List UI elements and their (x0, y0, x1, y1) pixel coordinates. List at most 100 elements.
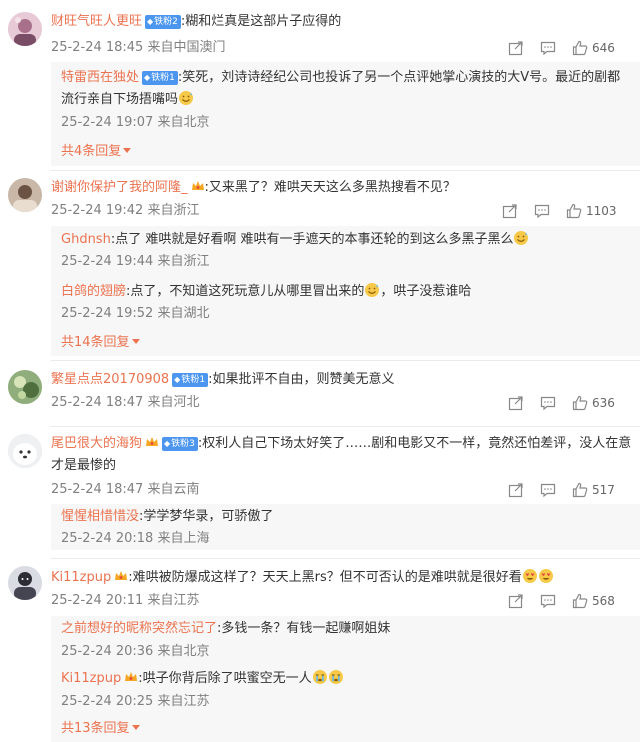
reply-body: 白鸽的翅膀:点了，不知道这死玩意儿从哪里冒出来的 ，哄子没惹谁哈 (61, 281, 632, 303)
share-button[interactable] (508, 480, 524, 500)
reply-box: 惺惺相惜惜没:学学梦华录，可骄傲了 25-2-24 20:18 来自上海 (51, 504, 640, 550)
like-button[interactable]: 517 (572, 480, 615, 500)
reply-meta: 25-2-24 20:25 来自江苏 (61, 694, 210, 709)
like-button[interactable]: 646 (572, 38, 615, 58)
thumbs-up-icon (572, 593, 588, 609)
fan-badge-label: 铁粉3 (171, 439, 195, 449)
share-icon (508, 396, 523, 411)
comment-meta: 25-2-24 18:47 来自云南 (51, 482, 200, 497)
heart-eyes-emoji-icon (522, 569, 537, 583)
thumbs-up-icon (572, 395, 588, 411)
reply-body: Ghdnsh:点了 难哄就是好看啊 难哄有一手遮天的本事还轮的到这么多黑子黑么 (61, 229, 632, 251)
comment-button[interactable] (540, 591, 556, 611)
username-link[interactable]: Ki11zpup (61, 671, 121, 686)
reply-box: 特雷西在独处 ◆铁粉1:笑死，刘诗诗经纪公司也投诉了另一个点评她掌心演技的大V号。… (51, 62, 640, 166)
username-link[interactable]: 谢谢你保护了我的阿隆_ (51, 180, 188, 195)
reply-text: :学学梦华录，可骄傲了 (139, 509, 274, 524)
more-replies-link[interactable]: 共4条回复 (61, 142, 132, 162)
comment-icon (540, 594, 556, 609)
avatar[interactable] (8, 566, 42, 600)
avatar[interactable] (8, 12, 42, 46)
like-count: 646 (592, 41, 615, 55)
thumbs-up-icon (566, 203, 582, 219)
comment-button[interactable] (534, 201, 550, 221)
sweat-smile-emoji-icon (365, 283, 380, 297)
crying-emoji-icon (328, 670, 343, 684)
comment-body: 尾巴很大的海狗 ◆铁粉3:权利人自己下场太好笑了……剧和电影又不一样，竟然还怕差评… (51, 433, 632, 477)
more-replies-label: 共14条回复 (61, 335, 130, 350)
comment-item: 谢谢你保护了我的阿隆_:又来黑了？难哄天天这么多黑热搜看不见？ 25-2-24 … (0, 170, 640, 358)
username-link[interactable]: 繁星点点20170908 (51, 372, 169, 387)
reply-meta: 25-2-24 19:07 来自北京 (61, 115, 210, 130)
divider (51, 558, 640, 559)
share-icon (508, 594, 523, 609)
username-link[interactable]: 惺惺相惜惜没 (61, 509, 139, 524)
share-icon (508, 483, 523, 498)
username-link[interactable]: 尾巴很大的海狗 (51, 436, 142, 451)
diamond-icon: ◆ (174, 375, 181, 384)
username-link[interactable]: Ki11zpup (51, 570, 111, 585)
crown-icon (115, 571, 128, 580)
reply-text: :点了，不知道这死玩意儿从哪里冒出来的 (126, 284, 365, 299)
avatar[interactable] (8, 434, 42, 468)
like-button[interactable]: 636 (572, 393, 615, 413)
comment-body: 谢谢你保护了我的阿隆_ :又来黑了？难哄天天这么多黑热搜看不见？ (51, 177, 632, 199)
avatar[interactable] (8, 178, 42, 212)
divider (51, 426, 640, 427)
comment-button[interactable] (540, 38, 556, 58)
like-count: 568 (592, 594, 615, 608)
fan-badge-label: 铁粉2 (154, 17, 178, 27)
comment-meta: 25-2-24 20:11 来自江苏 (51, 593, 200, 608)
comment-meta: 25-2-24 18:45 来自中国澳门 (51, 40, 226, 55)
fan-badge-label: 铁粉1 (151, 73, 175, 83)
diamond-icon: ◆ (144, 73, 151, 82)
crying-emoji-icon (312, 670, 327, 684)
share-button[interactable] (502, 201, 518, 221)
comment-body: 财旺气旺人更旺 ◆铁粉2:糊和烂真是这部片子应得的 (51, 11, 632, 33)
chevron-down-icon (123, 148, 132, 153)
like-button[interactable]: 1103 (566, 201, 617, 221)
comment-text: :糊和烂真是这部片子应得的 (180, 14, 342, 29)
divider (51, 360, 640, 361)
share-icon (502, 204, 517, 219)
username-link[interactable]: 之前想好的昵称突然忘记了 (61, 621, 217, 636)
like-count: 517 (592, 483, 615, 497)
thumbs-up-icon (572, 482, 588, 498)
share-button[interactable] (508, 591, 524, 611)
comment-button[interactable] (540, 393, 556, 413)
comment-item: 繁星点点20170908 ◆铁粉1:如果批评不自由，则赞美无意义 25-2-24 … (0, 360, 640, 426)
comment-icon (540, 396, 556, 411)
sweat-smile-emoji-icon (514, 231, 529, 245)
reply-body: 特雷西在独处 ◆铁粉1:笑死，刘诗诗经纪公司也投诉了另一个点评她掌心演技的大V号。… (61, 67, 632, 111)
reply-meta: 25-2-24 20:36 来自北京 (61, 644, 210, 659)
username-link[interactable]: 特雷西在独处 (61, 70, 139, 85)
like-count: 1103 (586, 204, 617, 218)
comment-text: :又来黑了？难哄天天这么多黑热搜看不见？ (204, 180, 456, 195)
username-link[interactable]: 财旺气旺人更旺 (51, 14, 142, 29)
reply-body: 之前想好的昵称突然忘记了:多钱一条？有钱一起赚啊姐妹 (61, 618, 632, 640)
fan-badge: ◆铁粉3 (162, 437, 198, 451)
share-button[interactable] (508, 38, 524, 58)
like-button[interactable]: 568 (572, 591, 615, 611)
fan-badge: ◆铁粉1 (142, 71, 178, 85)
reply-box: 之前想好的昵称突然忘记了:多钱一条？有钱一起赚啊姐妹 25-2-24 20:36… (51, 616, 640, 742)
comment-button[interactable] (540, 480, 556, 500)
comment-actions: 517 (500, 480, 640, 500)
avatar[interactable] (8, 370, 42, 404)
comment-item: 财旺气旺人更旺 ◆铁粉2:糊和烂真是这部片子应得的 25-2-24 18:45 来… (0, 0, 640, 170)
comment-item: 尾巴很大的海狗 ◆铁粉3:权利人自己下场太好笑了……剧和电影又不一样，竟然还怕差评… (0, 426, 640, 552)
fan-badge: ◆铁粉1 (172, 373, 209, 387)
comment-actions: 1103 (500, 201, 640, 221)
comment-actions: 568 (500, 591, 640, 611)
share-button[interactable] (508, 393, 524, 413)
diamond-icon: ◆ (164, 439, 171, 448)
crown-icon (146, 437, 159, 446)
reply-text: :点了 难哄就是好看啊 难哄有一手遮天的本事还轮的到这么多黑子黑么 (110, 232, 514, 247)
username-link[interactable]: 白鸽的翅膀 (61, 284, 126, 299)
more-replies-link[interactable]: 共13条回复 (61, 719, 140, 739)
crown-icon (191, 181, 204, 190)
more-replies-label: 共13条回复 (61, 721, 130, 736)
username-link[interactable]: Ghdnsh (61, 232, 111, 247)
more-replies-link[interactable]: 共14条回复 (61, 333, 140, 353)
reply-box: Ghdnsh:点了 难哄就是好看啊 难哄有一手遮天的本事还轮的到这么多黑子黑么 … (51, 226, 640, 356)
